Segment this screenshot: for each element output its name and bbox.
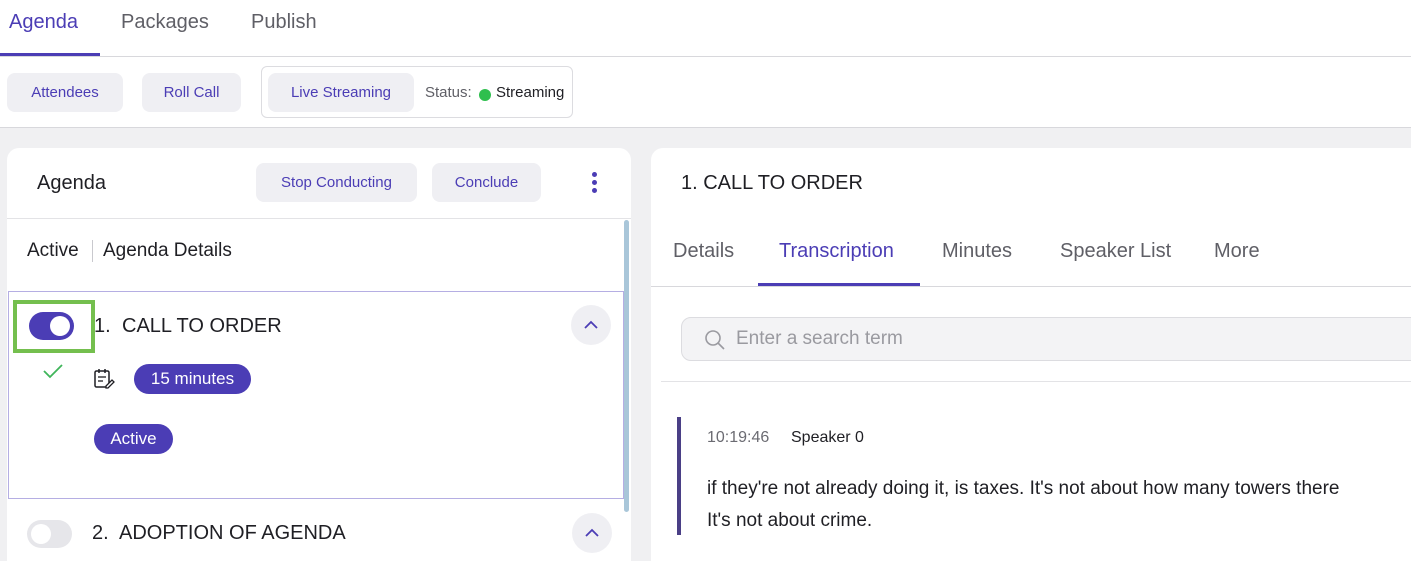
search-input[interactable] xyxy=(736,318,1406,360)
stop-conducting-button[interactable]: Stop Conducting xyxy=(256,163,417,202)
agenda-item-toggle-1[interactable] xyxy=(29,312,74,340)
stream-status-label: Status: xyxy=(425,84,472,101)
nav-tab-agenda[interactable]: Agenda xyxy=(9,11,78,34)
subtab-divider xyxy=(92,240,93,262)
tab-transcription[interactable]: Transcription xyxy=(779,240,894,263)
agenda-subtabs: Active Agenda Details xyxy=(7,220,623,290)
stream-status-dot-icon xyxy=(479,89,491,101)
tab-speaker-list[interactable]: Speaker List xyxy=(1060,240,1171,263)
agenda-item-detail-panel: 1. CALL TO ORDER Details Transcription M… xyxy=(651,148,1411,561)
agenda-scrollbar[interactable] xyxy=(624,220,629,512)
nav-tab-packages[interactable]: Packages xyxy=(121,11,209,34)
transcript-line: It's not about crime. xyxy=(707,510,873,531)
agenda-panel: Agenda Stop Conducting Conclude Active A… xyxy=(7,148,631,561)
notes-edit-icon[interactable] xyxy=(93,367,115,389)
nav-tab-publish[interactable]: Publish xyxy=(251,11,317,34)
detail-tabs: Details Transcription Minutes Speaker Li… xyxy=(651,220,1411,287)
transcript-entry: 10:19:46 Speaker 0 if they're not alread… xyxy=(677,417,1411,535)
subtab-active[interactable]: Active xyxy=(27,240,79,262)
agenda-item-title-2: ADOPTION OF AGENDA xyxy=(119,522,346,544)
transcript-entry-bar xyxy=(677,417,681,535)
live-streaming-button[interactable]: Live Streaming xyxy=(268,73,414,112)
subtab-agenda-details[interactable]: Agenda Details xyxy=(103,240,232,262)
kebab-vertical-icon[interactable] xyxy=(587,170,601,196)
tab-more[interactable]: More xyxy=(1214,240,1260,263)
transcript-line: if they're not already doing it, is taxe… xyxy=(707,478,1340,499)
transcript-search xyxy=(681,317,1411,361)
duration-badge: 15 minutes xyxy=(134,364,251,394)
detail-panel-title: 1. CALL TO ORDER xyxy=(681,172,863,194)
attendees-button[interactable]: Attendees xyxy=(7,73,123,112)
meeting-toolbar: Attendees Roll Call Live Streaming Statu… xyxy=(0,57,1411,128)
roll-call-button[interactable]: Roll Call xyxy=(142,73,241,112)
agenda-panel-header: Agenda Stop Conducting Conclude xyxy=(7,148,631,219)
transcript-speaker: Speaker 0 xyxy=(791,429,864,446)
conclude-button[interactable]: Conclude xyxy=(432,163,541,202)
active-tab-underline xyxy=(0,53,100,56)
agenda-item-title-1: CALL TO ORDER xyxy=(122,315,282,337)
tab-details[interactable]: Details xyxy=(673,240,734,263)
status-badge: Active xyxy=(94,424,173,454)
live-streaming-group: Live Streaming Status: Streaming xyxy=(261,66,573,118)
transcript-text: if they're not already doing it, is taxe… xyxy=(707,473,1411,537)
agenda-panel-title: Agenda xyxy=(37,172,106,194)
chevron-up-icon[interactable] xyxy=(571,305,611,345)
tab-minutes[interactable]: Minutes xyxy=(942,240,1012,263)
agenda-item-number-2: 2. xyxy=(92,522,109,544)
agenda-item-call-to-order[interactable]: 1. CALL TO ORDER 15 minutes Active xyxy=(8,291,624,499)
agenda-item-number-1: 1. xyxy=(94,315,111,337)
chevron-up-icon[interactable] xyxy=(572,513,612,553)
search-icon xyxy=(705,330,725,350)
check-icon xyxy=(43,364,63,379)
stream-status-value: Streaming xyxy=(496,84,565,101)
active-detail-tab-underline xyxy=(758,283,920,286)
agenda-item-toggle-2[interactable] xyxy=(27,520,72,548)
search-divider xyxy=(661,381,1411,382)
transcript-timestamp: 10:19:46 xyxy=(707,429,770,446)
top-navigation: Agenda Packages Publish xyxy=(0,0,1411,57)
